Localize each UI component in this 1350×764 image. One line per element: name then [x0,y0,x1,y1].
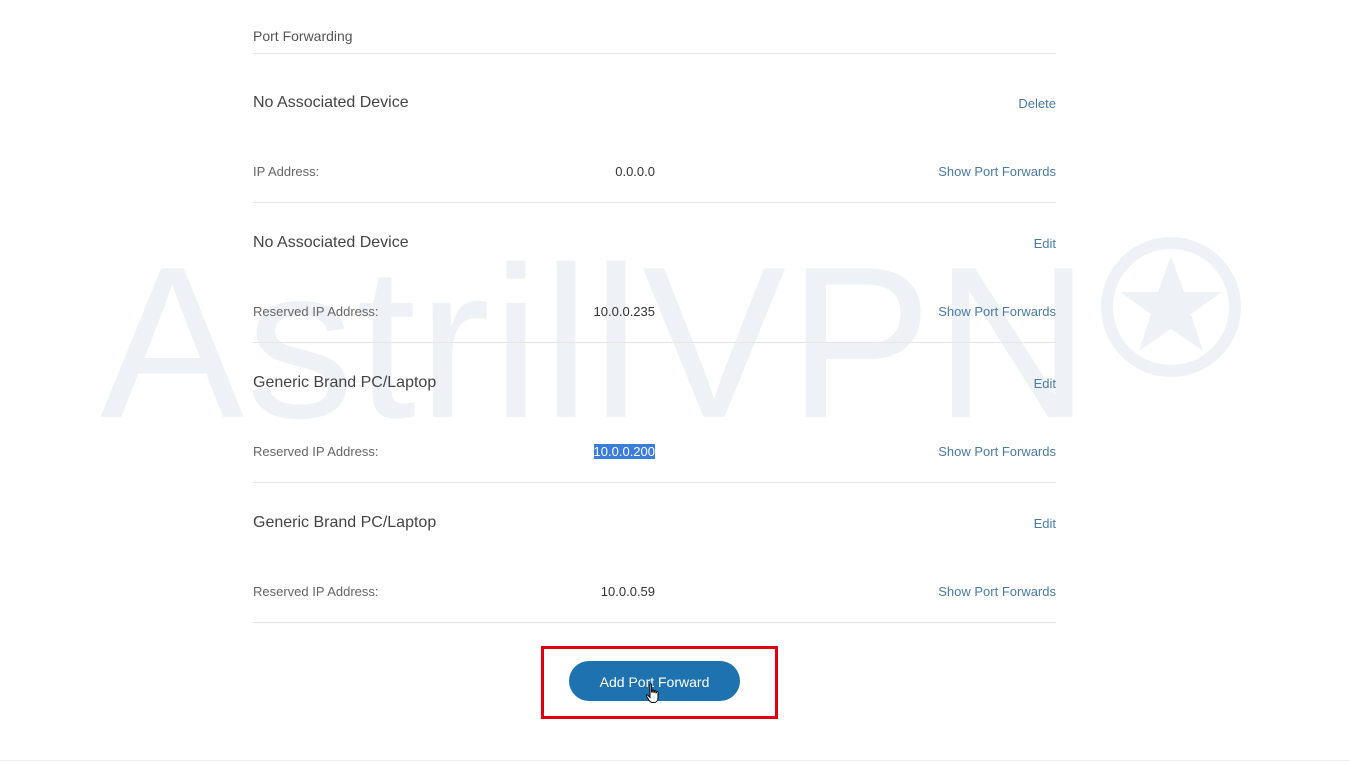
show-port-forwards-link[interactable]: Show Port Forwards [938,164,1056,179]
ip-value: 0.0.0.0 [615,164,655,179]
device-entry: No Associated Device Delete IP Address: … [253,63,1056,203]
device-name: Generic Brand PC/Laptop [253,514,437,531]
divider [253,53,1056,54]
page: AstrillVPN Port Forwarding No Associated… [0,0,1350,764]
star-circle-icon [1101,237,1241,377]
delete-link[interactable]: Delete [1018,96,1056,111]
ip-label: Reserved IP Address: [253,584,379,599]
device-name: No Associated Device [253,94,409,111]
device-entry: Generic Brand PC/Laptop Edit Reserved IP… [253,483,1056,623]
device-entry: Generic Brand PC/Laptop Edit Reserved IP… [253,343,1056,483]
hand-cursor-icon [645,683,659,703]
ip-label: IP Address: [253,164,320,179]
ip-value-selected[interactable]: 10.0.0.200 [593,444,655,459]
show-port-forwards-link[interactable]: Show Port Forwards [938,444,1056,459]
ip-label: Reserved IP Address: [253,444,379,459]
ip-label: Reserved IP Address: [253,304,379,319]
edit-link[interactable]: Edit [1034,516,1056,531]
divider [0,760,1350,761]
edit-link[interactable]: Edit [1034,236,1056,251]
divider [253,622,1056,623]
device-entry: No Associated Device Edit Reserved IP Ad… [253,203,1056,343]
section-title: Port Forwarding [253,28,353,44]
ip-value: 10.0.0.59 [600,584,655,599]
show-port-forwards-link[interactable]: Show Port Forwards [938,584,1056,599]
device-name: Generic Brand PC/Laptop [253,374,437,391]
device-name: No Associated Device [253,234,409,251]
edit-link[interactable]: Edit [1034,376,1056,391]
show-port-forwards-link[interactable]: Show Port Forwards [938,304,1056,319]
ip-value: 10.0.0.235 [593,304,655,319]
